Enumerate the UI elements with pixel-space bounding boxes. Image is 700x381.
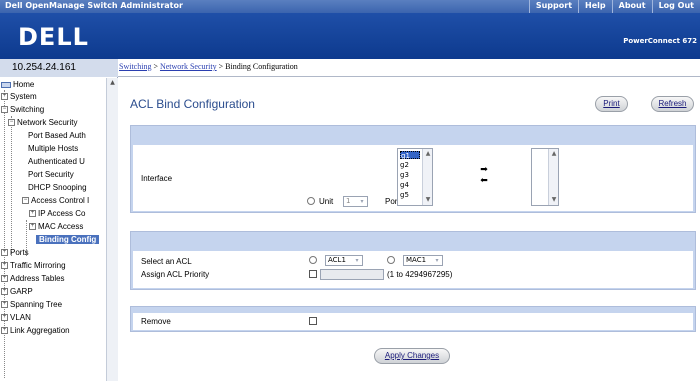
breadcrumb-switching[interactable]: Switching bbox=[119, 62, 151, 71]
priority-label: Assign ACL Priority bbox=[141, 270, 210, 279]
chevron-down-icon: ▾ bbox=[360, 198, 364, 205]
unit-label: Unit bbox=[319, 197, 334, 206]
tree-access-control[interactable]: − Access Control I bbox=[22, 194, 89, 207]
tree-dhcp-snooping[interactable]: DHCP Snooping bbox=[28, 181, 87, 194]
tree-ip-access-control[interactable]: + IP Access Co bbox=[29, 207, 85, 220]
breadcrumb: Switching > Network Security > Binding C… bbox=[118, 59, 700, 77]
scroll-up-icon[interactable]: ▲ bbox=[108, 79, 117, 88]
selected-ports-listbox[interactable]: ▲ ▼ bbox=[531, 148, 559, 206]
tree-multiple-hosts[interactable]: Multiple Hosts bbox=[28, 142, 78, 155]
expand-icon[interactable]: + bbox=[1, 301, 8, 308]
remove-arrow-icon[interactable]: ⬅ bbox=[477, 177, 491, 186]
remove-checkbox[interactable] bbox=[309, 317, 317, 325]
breadcrumb-current: Binding Configuration bbox=[225, 62, 298, 71]
nav-tree: Home + System − Switching − Network Secu… bbox=[0, 78, 106, 381]
ip-acl-select[interactable]: ACL1 ▾ bbox=[325, 255, 363, 266]
port-option[interactable]: g5 bbox=[400, 191, 420, 199]
scroll-up-icon[interactable]: ▲ bbox=[550, 150, 558, 158]
chevron-down-icon: ▾ bbox=[435, 257, 439, 264]
support-link[interactable]: Support bbox=[528, 0, 578, 13]
tree-authenticated-users[interactable]: Authenticated U bbox=[28, 155, 85, 168]
sidebar-scrollbar[interactable]: ▲ bbox=[106, 78, 118, 381]
top-links: Support Help About Log Out bbox=[528, 0, 700, 13]
unit-radio[interactable] bbox=[307, 197, 315, 205]
about-link[interactable]: About bbox=[611, 0, 652, 13]
tree-vlan[interactable]: + VLAN bbox=[1, 311, 31, 324]
tree-mac-access[interactable]: + MAC Access bbox=[29, 220, 83, 233]
chevron-down-icon: ▾ bbox=[355, 257, 359, 264]
tree-garp[interactable]: + GARP bbox=[1, 285, 33, 298]
page-title: ACL Bind Configuration bbox=[130, 97, 255, 111]
collapse-icon[interactable]: − bbox=[22, 197, 29, 204]
help-link[interactable]: Help bbox=[578, 0, 612, 13]
mac-acl-radio[interactable] bbox=[387, 256, 395, 264]
apply-changes-button[interactable]: Apply Changes bbox=[374, 348, 450, 364]
tree-traffic-mirroring[interactable]: + Traffic Mirroring bbox=[1, 259, 66, 272]
unit-select[interactable]: 1 ▾ bbox=[343, 196, 368, 207]
app-title: Dell OpenManage Switch Administrator bbox=[5, 1, 183, 10]
port-option[interactable]: g4 bbox=[400, 181, 420, 189]
expand-icon[interactable]: + bbox=[1, 288, 8, 295]
interface-section: Interface Unit 1 ▾ Port g1 g2 g3 g4 g5 ▲… bbox=[130, 125, 696, 213]
priority-checkbox[interactable] bbox=[309, 270, 317, 278]
expand-icon[interactable]: + bbox=[1, 275, 8, 282]
priority-input[interactable] bbox=[320, 269, 384, 280]
scroll-down-icon[interactable]: ▼ bbox=[550, 196, 558, 204]
expand-icon[interactable]: + bbox=[1, 262, 8, 269]
top-bar: Dell OpenManage Switch Administrator Sup… bbox=[0, 0, 700, 13]
refresh-button[interactable]: Refresh bbox=[651, 96, 694, 112]
expand-icon[interactable]: + bbox=[1, 327, 8, 334]
mac-acl-select[interactable]: MAC1 ▾ bbox=[403, 255, 443, 266]
select-acl-label: Select an ACL bbox=[141, 257, 192, 266]
sidebar: 10.254.24.161 Home + System − Switching … bbox=[0, 59, 118, 381]
tree-ports[interactable]: + Ports bbox=[1, 246, 29, 259]
tree-link-aggregation[interactable]: + Link Aggregation bbox=[1, 324, 70, 337]
collapse-icon[interactable]: − bbox=[8, 119, 15, 126]
expand-icon[interactable]: + bbox=[1, 249, 8, 256]
port-option[interactable]: g1 bbox=[400, 151, 420, 160]
port-option[interactable]: g3 bbox=[400, 171, 420, 179]
remove-section: Remove bbox=[130, 306, 696, 332]
tree-port-based-auth[interactable]: Port Based Auth bbox=[28, 129, 86, 142]
tree-network-security[interactable]: − Network Security bbox=[8, 116, 77, 129]
collapse-icon[interactable]: − bbox=[1, 106, 8, 113]
device-ip: 10.254.24.161 bbox=[0, 59, 118, 77]
log-out-link[interactable]: Log Out bbox=[651, 0, 700, 13]
scroll-down-icon[interactable]: ▼ bbox=[424, 196, 432, 204]
ip-acl-radio[interactable] bbox=[309, 256, 317, 264]
port-option[interactable]: g2 bbox=[400, 161, 420, 169]
priority-range: (1 to 4294967295) bbox=[387, 270, 453, 279]
tree-spanning-tree[interactable]: + Spanning Tree bbox=[1, 298, 62, 311]
scroll-up-icon[interactable]: ▲ bbox=[424, 150, 432, 158]
port-listbox-scrollbar[interactable]: ▲ ▼ bbox=[422, 149, 432, 205]
add-arrow-icon[interactable]: ➡ bbox=[477, 166, 491, 175]
dell-logo: DELL bbox=[18, 23, 89, 51]
print-button[interactable]: Print bbox=[595, 96, 628, 112]
tree-port-security[interactable]: Port Security bbox=[28, 168, 74, 181]
expand-icon[interactable]: + bbox=[29, 223, 36, 230]
tree-address-tables[interactable]: + Address Tables bbox=[1, 272, 65, 285]
tree-system[interactable]: + System bbox=[1, 90, 37, 103]
main-content: ACL Bind Configuration Print Refresh Int… bbox=[118, 78, 700, 381]
product-model: PowerConnect 672 bbox=[623, 37, 697, 45]
interface-label: Interface bbox=[141, 174, 173, 183]
banner: DELL PowerConnect 672 bbox=[0, 13, 700, 59]
home-icon bbox=[1, 81, 11, 88]
remove-label: Remove bbox=[141, 317, 171, 326]
breadcrumb-network-security[interactable]: Network Security bbox=[160, 62, 217, 71]
port-listbox[interactable]: g1 g2 g3 g4 g5 ▲ ▼ bbox=[397, 148, 433, 206]
selected-listbox-scrollbar[interactable]: ▲ ▼ bbox=[548, 149, 558, 205]
tree-switching[interactable]: − Switching bbox=[1, 103, 44, 116]
expand-icon[interactable]: + bbox=[29, 210, 36, 217]
expand-icon[interactable]: + bbox=[1, 93, 8, 100]
expand-icon[interactable]: + bbox=[1, 314, 8, 321]
tree-binding-config[interactable]: Binding Config bbox=[36, 233, 100, 246]
acl-section: Select an ACL ACL1 ▾ MAC1 ▾ Assign ACL P… bbox=[130, 231, 696, 290]
